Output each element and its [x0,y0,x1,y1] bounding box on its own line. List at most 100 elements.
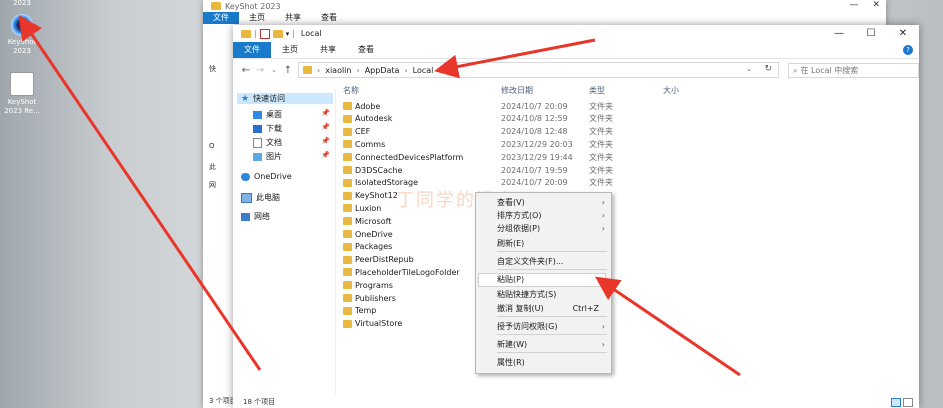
minimize-icon[interactable]: — [823,25,855,42]
file-row[interactable]: Microsoft [343,215,903,227]
quick-access-toolbar: | ▾ | [241,28,295,39]
breadcrumb-separator-icon[interactable]: › [404,66,407,75]
back-tab-view[interactable]: 查看 [311,12,347,24]
help-icon[interactable]: ? [903,45,913,55]
nav-item-documents[interactable]: 文档 [253,137,282,148]
breadcrumb-local[interactable]: Local [413,66,434,75]
file-name: PlaceholderTileLogoFolder [355,267,460,277]
breadcrumb-appdata[interactable]: AppData [365,66,400,75]
file-row[interactable]: PlaceholderTileLogoFolder [343,266,903,278]
desktop-icon-keyshot-resources[interactable]: KeyShot 2023 Re... [2,72,42,116]
menu-item[interactable]: 分组依据(P) › [497,223,605,235]
folder-icon [343,294,352,302]
back-tab-file[interactable]: 文件 [203,12,239,24]
file-row[interactable]: Autodesk 2024/10/8 12:59 文件夹 [343,113,903,125]
column-size[interactable]: 大小 [663,85,679,96]
file-type: 文件夹 [589,127,613,137]
desktop-icon-keyshot[interactable]: KeyShot 2023 [2,14,42,56]
customize-dropdown-icon[interactable]: ▾ [286,30,290,38]
nav-item-desktop[interactable]: 桌面 [253,109,282,120]
pin-icon[interactable]: 📌 [321,151,330,159]
back-tab-home[interactable]: 主页 [239,12,275,24]
close-icon[interactable]: ✕ [887,25,919,42]
file-row[interactable]: Temp [343,305,903,317]
back-ribbon: 文件 主页 共享 查看 [203,12,886,24]
file-row[interactable]: Luxion [343,202,903,214]
nav-item-pictures[interactable]: 图片 [253,151,282,162]
file-row[interactable]: Programs [343,279,903,291]
back-tab-share[interactable]: 共享 [275,12,311,24]
context-menu[interactable]: 查看(V) › 排序方式(O) › 分组依据(P) › 刷新(E) 自定义文件夹(F)... 粘… [475,192,612,374]
pin-icon[interactable]: 📌 [321,109,330,117]
pin-icon[interactable]: 📌 [321,137,330,145]
breadcrumb-xiaolin[interactable]: xiaolin [325,66,351,75]
menu-item[interactable]: 查看(V) › [497,197,605,209]
back-nav-network[interactable]: 网 [209,180,216,190]
pin-icon[interactable]: 📌 [321,123,330,131]
breadcrumb-separator-icon[interactable]: › [317,66,320,75]
properties-icon[interactable] [259,28,270,39]
menu-item[interactable]: 撤消 复制(U) Ctrl+Z [497,303,605,315]
back-nav-quick[interactable]: 快 [209,64,216,74]
file-row[interactable]: IsolatedStorage 2024/10/7 20:09 文件夹 [343,177,903,189]
breadcrumb-separator-icon[interactable]: › [356,66,359,75]
menu-item[interactable]: 授予访问权限(G) › [497,321,605,333]
file-name: OneDrive [355,229,393,239]
menu-item[interactable]: 粘贴(P) [478,273,606,287]
search-input[interactable]: 在 Local 中搜索 [800,65,858,76]
file-row[interactable]: ConnectedDevicesPlatform 2023/12/29 19:44… [343,151,903,163]
details-view-icon[interactable] [891,398,901,407]
tab-file[interactable]: 文件 [233,42,271,58]
menu-item[interactable]: 刷新(E) [497,238,605,250]
nav-label: 下载 [266,124,282,133]
menu-item[interactable]: 新建(W) › [497,339,605,351]
maximize-icon[interactable]: ☐ [855,25,887,42]
address-dropdown-icon[interactable]: ⌄ [746,65,752,73]
close-icon[interactable]: ✕ [872,0,880,10]
file-row[interactable]: Publishers [343,292,903,304]
file-row[interactable]: D3DSCache 2024/10/7 19:59 文件夹 [343,164,903,176]
ribbon-tabs: 文件 主页 共享 查看 [233,42,919,59]
column-date[interactable]: 修改日期 [501,85,533,96]
chevron-right-icon: › [601,322,605,331]
file-row[interactable]: Comms 2023/12/29 20:03 文件夹 [343,138,903,150]
menu-item[interactable]: 排序方式(O) › [497,210,605,222]
column-name[interactable]: 名称 [343,85,359,96]
nav-onedrive[interactable]: OneDrive [241,172,292,181]
recent-dropdown-icon[interactable]: ⌄ [267,66,281,74]
file-row[interactable]: KeyShot12 [343,190,903,202]
minimize-icon[interactable]: — [849,0,858,10]
file-row[interactable]: PeerDistRepub [343,254,903,266]
column-type[interactable]: 类型 [589,85,605,96]
file-row[interactable]: CEF 2024/10/8 12:48 文件夹 [343,126,903,138]
file-row[interactable]: OneDrive [343,228,903,240]
large-icons-view-icon[interactable] [903,398,913,407]
nav-this-pc[interactable]: 此电脑 [241,192,280,203]
nav-item-downloads[interactable]: 下载 [253,123,282,134]
tab-view[interactable]: 查看 [347,42,385,58]
file-row[interactable]: Adobe 2024/10/7 20:09 文件夹 [343,100,903,112]
back-nav-onedrive[interactable]: O [209,142,215,150]
desktop-icon-partial[interactable]: 2023 [2,0,42,8]
file-row[interactable]: VirtualStore [343,318,903,330]
search-box[interactable]: ⌕ 在 Local 中搜索 [788,63,919,78]
back-arrow-icon[interactable]: ← [239,65,253,76]
menu-item[interactable]: 属性(R) [497,357,605,369]
new-folder-icon[interactable] [272,29,283,38]
menu-item[interactable]: 粘贴快捷方式(S) [497,289,605,301]
tab-share[interactable]: 共享 [309,42,347,58]
menu-item[interactable]: 自定义文件夹(F)... [497,256,605,268]
folder-icon [343,114,352,123]
back-nav-pc[interactable]: 此 [209,162,216,172]
forward-arrow-icon[interactable]: → [253,65,267,76]
chevron-right-icon: › [601,224,605,233]
download-icon [253,124,262,133]
up-arrow-icon[interactable]: ↑ [281,65,295,76]
tab-home[interactable]: 主页 [271,42,309,58]
file-name: D3DSCache [355,165,403,175]
nav-network[interactable]: 网络 [241,211,270,222]
file-row[interactable]: Packages [343,241,903,253]
address-bar[interactable]: › xiaolin › AppData › Local ⌄ ↻ [298,62,779,78]
nav-quick-access[interactable]: ★ 快速访问 [237,93,333,104]
refresh-icon[interactable]: ↻ [764,64,772,74]
